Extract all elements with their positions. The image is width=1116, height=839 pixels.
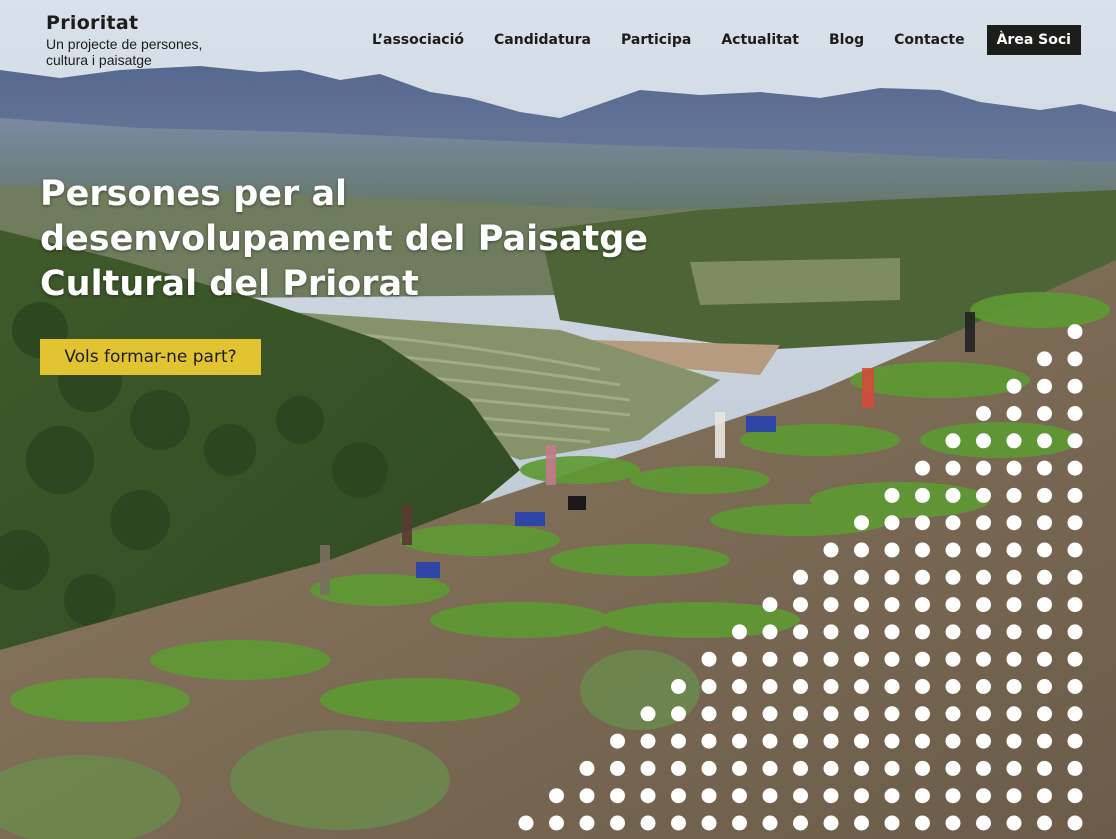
brand-logo-name[interactable]: Prioritat — [46, 12, 202, 34]
nav-item-contacte[interactable]: Contacte — [894, 32, 965, 48]
brand-tagline-line1: Un projecte de persones, — [46, 36, 203, 52]
nav-item-actualitat[interactable]: Actualitat — [721, 32, 799, 48]
member-area-button[interactable]: Àrea Soci — [986, 25, 1081, 55]
brand-tagline-line2: cultura i paisatge — [46, 52, 152, 68]
hero-headline: Persones per al desenvolupament del Pais… — [40, 172, 700, 307]
nav-item-blog[interactable]: Blog — [829, 32, 864, 48]
nav-item-candidatura[interactable]: Candidatura — [494, 32, 591, 48]
site-brand[interactable]: Prioritat Un projecte de persones, cultu… — [46, 12, 202, 68]
hero-section: Prioritat Un projecte de persones, cultu… — [0, 0, 1116, 839]
join-cta-button[interactable]: Vols formar-ne part? — [40, 339, 261, 375]
nav-item-participa[interactable]: Participa — [621, 32, 691, 48]
brand-tagline: Un projecte de persones, cultura i paisa… — [46, 36, 202, 68]
nav-item-associacio[interactable]: L’associació — [372, 32, 464, 48]
hero-headline-line2: desenvolupament del Paisatge — [40, 219, 649, 259]
hero-headline-line3: Cultural del Priorat — [40, 264, 419, 304]
main-navigation: L’associació Candidatura Participa Actua… — [372, 25, 1081, 55]
hero-headline-line1: Persones per al — [40, 174, 348, 214]
hero-background-photo — [0, 0, 1116, 839]
